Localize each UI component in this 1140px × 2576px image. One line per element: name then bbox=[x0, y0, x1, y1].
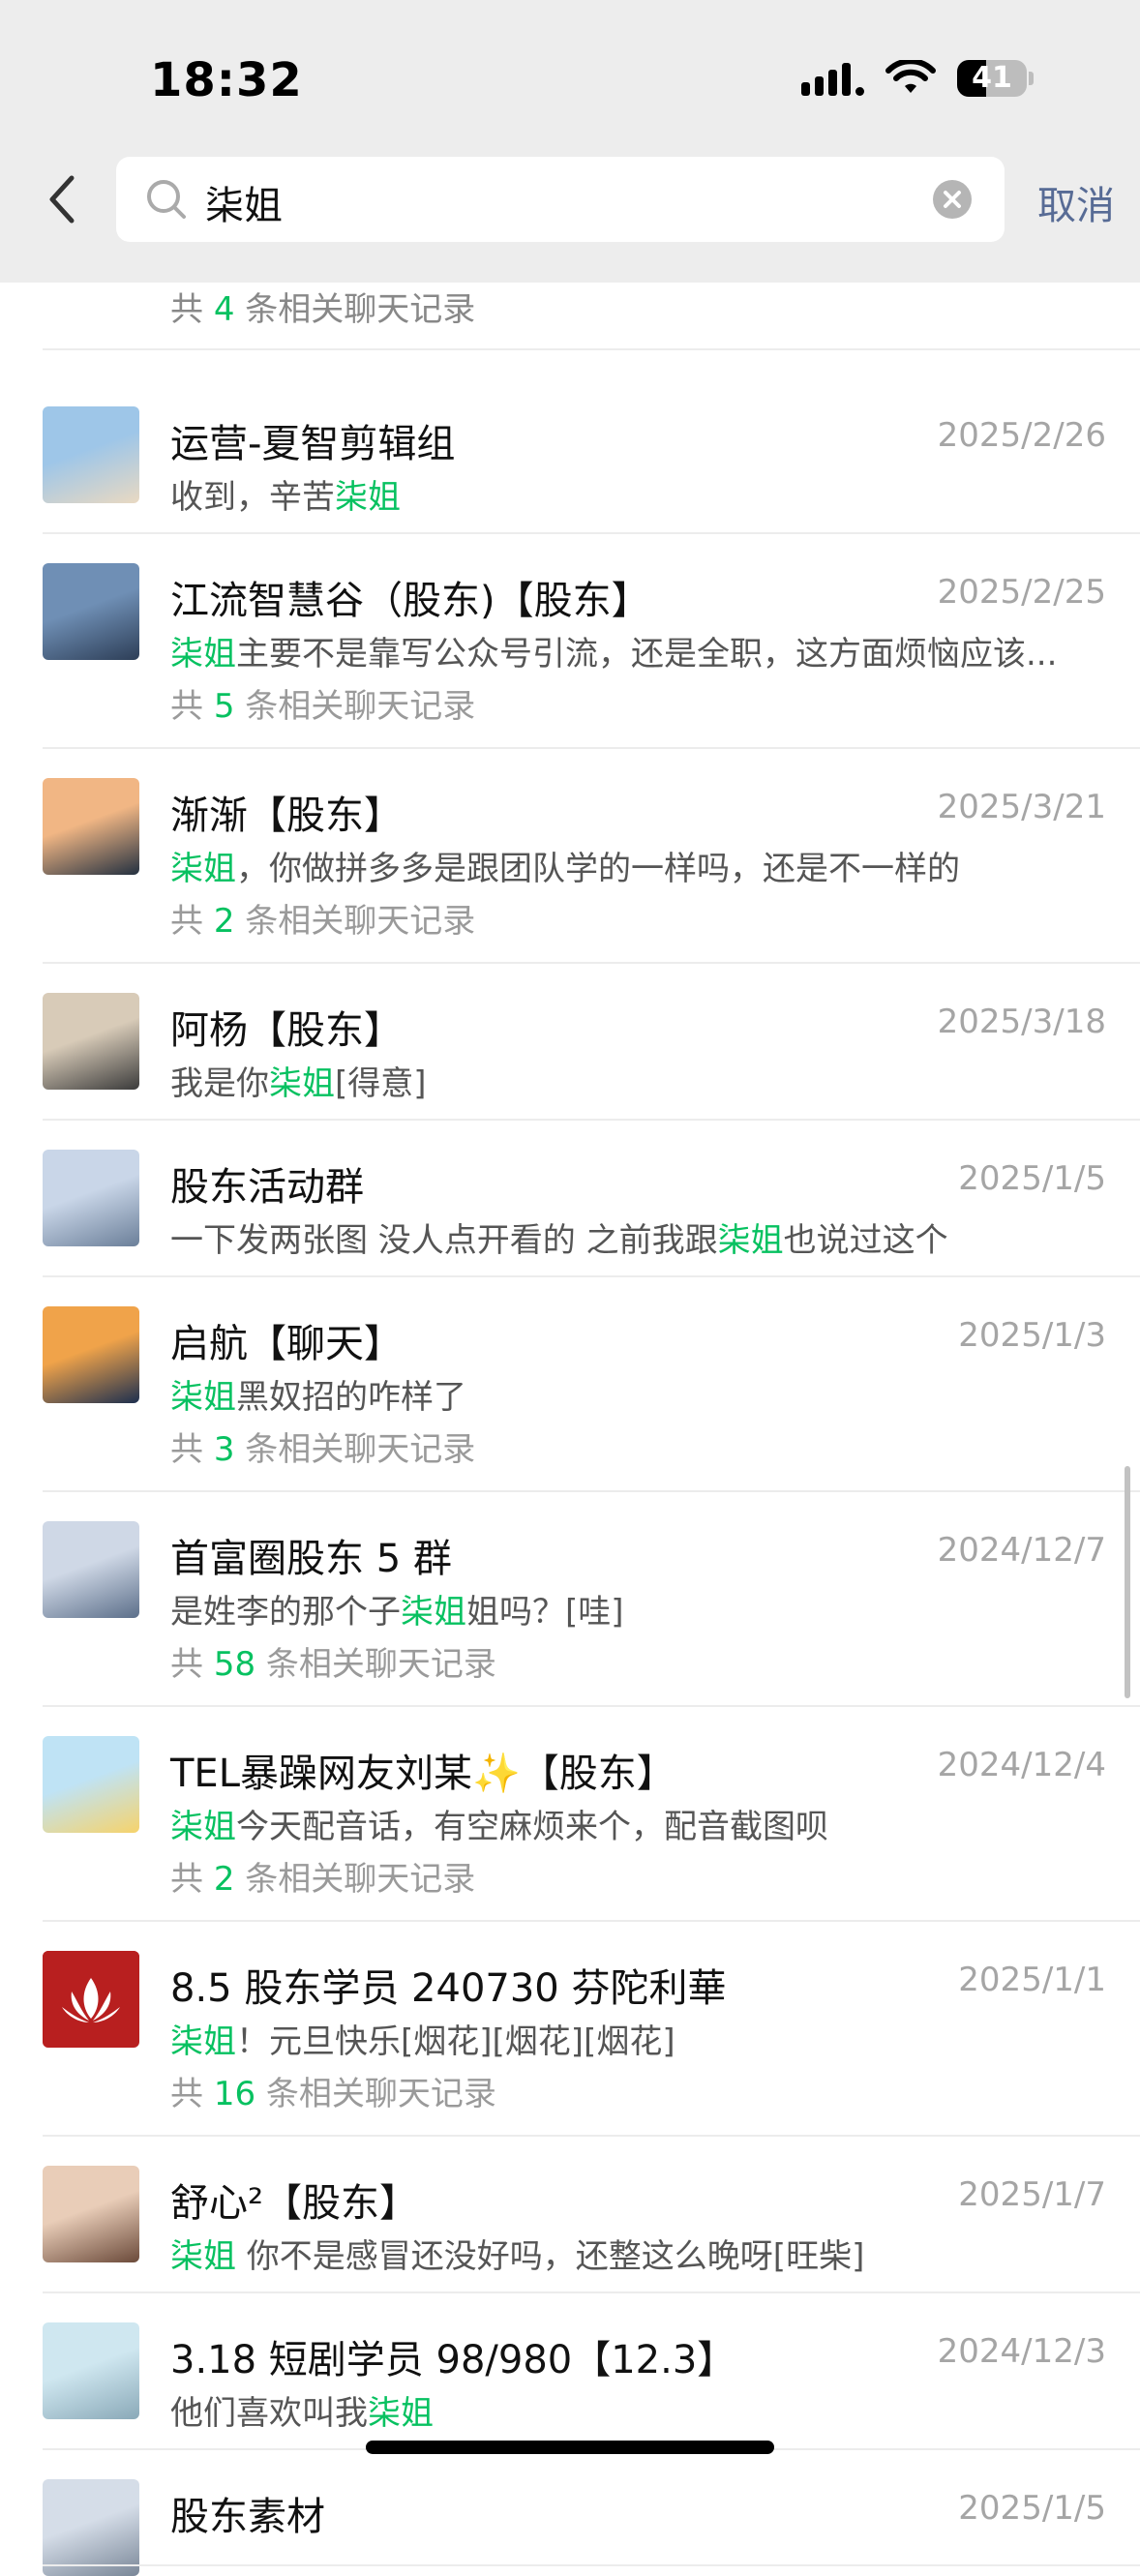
keyword-highlight: 柒姐 bbox=[335, 478, 401, 517]
result-title: 股东素材 bbox=[170, 2495, 325, 2539]
result-date: 2025/1/5 bbox=[958, 2489, 1106, 2528]
result-snippet: 柒姐，你做拼多多是跟团队学的一样吗，还是不一样的 bbox=[170, 850, 960, 888]
avatar bbox=[43, 993, 139, 1090]
result-date: 2024/12/7 bbox=[937, 1531, 1106, 1570]
keyword-highlight: 柒姐 bbox=[170, 2022, 236, 2061]
home-indicator[interactable] bbox=[366, 2441, 774, 2454]
avatar bbox=[43, 1736, 139, 1833]
result-date: 2025/1/3 bbox=[958, 1316, 1106, 1355]
result-item[interactable]: 启航【聊天】 2025/1/3 柒姐黑奴招的咋样了共 3 条相关聊天记录 bbox=[0, 1277, 1140, 1492]
keyword-highlight: 柒姐 bbox=[368, 2394, 434, 2433]
result-snippet: 我是你柒姐[得意] bbox=[170, 1064, 427, 1103]
avatar bbox=[43, 406, 139, 503]
avatar bbox=[43, 2322, 139, 2419]
result-title: 渐渐【股东】 bbox=[170, 794, 403, 838]
result-item[interactable]: 阿杨【股东】 2025/3/18 我是你柒姐[得意] bbox=[0, 964, 1140, 1121]
result-item[interactable]: 股东活动群 2025/1/5 一下发两张图 没人点开看的 之前我跟柒姐也说过这个 bbox=[0, 1121, 1140, 1277]
result-title: 首富圈股东 5 群 bbox=[170, 1537, 452, 1581]
result-title: 启航【聊天】 bbox=[170, 1322, 403, 1366]
related-count: 共 16 条相关聊天记录 bbox=[170, 2075, 496, 2113]
keyword-highlight: 柒姐 bbox=[269, 1064, 335, 1103]
result-title: 8.5 股东学员 240730 芬陀利華 bbox=[170, 1966, 727, 2011]
divider bbox=[43, 2564, 1140, 2566]
clear-icon[interactable] bbox=[933, 180, 972, 219]
result-item[interactable]: 股东素材 2025/1/5 bbox=[0, 2450, 1140, 2576]
battery-icon: 41 bbox=[957, 60, 1027, 97]
related-count: 共 2 条相关聊天记录 bbox=[170, 1860, 476, 1899]
related-count: 共 3 条相关聊天记录 bbox=[170, 1430, 476, 1469]
status-time: 18:32 bbox=[150, 53, 303, 107]
result-item[interactable]: TEL暴躁网友刘某✨【股东】 2024/12/4 柒姐今天配音话，有空麻烦来个，配音… bbox=[0, 1707, 1140, 1922]
result-date: 2024/12/3 bbox=[937, 2332, 1106, 2371]
status-icons: 41 bbox=[801, 60, 1034, 97]
keyword-highlight: 柒姐 bbox=[170, 635, 236, 674]
search-query: 柒姐 bbox=[205, 184, 283, 228]
result-snippet: 一下发两张图 没人点开看的 之前我跟柒姐也说过这个 bbox=[170, 1221, 948, 1260]
result-item[interactable]: 舒心²【股东】 2025/1/7 柒姐 你不是感冒还没好吗，还整这么晚呀[旺柴] bbox=[0, 2137, 1140, 2293]
result-title: 股东活动群 bbox=[170, 1165, 364, 1210]
divider bbox=[43, 348, 1140, 350]
result-date: 2025/2/26 bbox=[937, 416, 1106, 455]
result-title: 舒心²【股东】 bbox=[170, 2181, 419, 2226]
search-icon bbox=[147, 180, 186, 219]
battery-level: 41 bbox=[972, 61, 1012, 95]
result-snippet: 收到，辛苦柒姐 bbox=[170, 478, 401, 517]
result-date: 2025/1/5 bbox=[958, 1159, 1106, 1198]
result-title: 运营-夏智剪辑组 bbox=[170, 422, 456, 466]
related-count: 共 4 条相关聊天记录 bbox=[170, 290, 476, 329]
avatar bbox=[43, 1521, 139, 1618]
battery-tip bbox=[1029, 72, 1034, 85]
result-item[interactable]: 运营-夏智剪辑组 2025/2/26 收到，辛苦柒姐 bbox=[0, 377, 1140, 534]
result-date: 2025/3/18 bbox=[937, 1003, 1106, 1041]
result-snippet: 他们喜欢叫我柒姐 bbox=[170, 2394, 434, 2433]
related-count: 共 58 条相关聊天记录 bbox=[170, 1645, 496, 1684]
avatar bbox=[43, 1951, 139, 2048]
result-snippet: 柒姐主要不是靠写公众号引流，还是全职，这方面烦恼应该... bbox=[170, 635, 1058, 674]
result-date: 2025/2/25 bbox=[937, 573, 1106, 612]
result-item[interactable]: 渐渐【股东】 2025/3/21 柒姐，你做拼多多是跟团队学的一样吗，还是不一样的共… bbox=[0, 749, 1140, 964]
result-date: 2025/1/7 bbox=[958, 2175, 1106, 2214]
wifi-icon bbox=[885, 60, 936, 93]
cancel-button[interactable]: 取消 bbox=[1037, 174, 1115, 230]
result-item[interactable]: 首富圈股东 5 群 2024/12/7 是姓李的那个子柒姐姐吗？[哇] 共 58 条相… bbox=[0, 1492, 1140, 1707]
result-item[interactable]: 江流智慧谷（股东)【股东】 2025/2/25 柒姐主要不是靠写公众号引流，还是全职… bbox=[0, 534, 1140, 749]
result-title: 江流智慧谷（股东)【股东】 bbox=[170, 579, 650, 623]
keyword-highlight: 柒姐 bbox=[170, 1378, 236, 1417]
related-count: 共 2 条相关聊天记录 bbox=[170, 902, 476, 941]
search-input[interactable]: 柒姐 bbox=[116, 157, 1005, 242]
result-snippet: 柒姐！元旦快乐[烟花][烟花][烟花] bbox=[170, 2022, 675, 2061]
result-title: TEL暴躁网友刘某✨【股东】 bbox=[170, 1752, 675, 1796]
result-item[interactable]: 3.18 短剧学员 98/980【12.3】 2024/12/3 他们喜欢叫我柒姐 bbox=[0, 2293, 1140, 2450]
result-snippet: 柒姐今天配音话，有空麻烦来个，配音截图呗 bbox=[170, 1808, 828, 1846]
top-bar: 18:32 41 柒姐 取消 bbox=[0, 0, 1140, 283]
cellular-signal-icon bbox=[801, 61, 864, 96]
result-date: 2025/3/21 bbox=[937, 788, 1106, 826]
avatar bbox=[43, 563, 139, 660]
back-icon[interactable] bbox=[43, 172, 81, 226]
avatar bbox=[43, 1150, 139, 1246]
keyword-highlight: 柒姐 bbox=[717, 1221, 784, 1260]
result-snippet: 是姓李的那个子柒姐姐吗？[哇] bbox=[170, 1593, 624, 1632]
keyword-highlight: 柒姐 bbox=[170, 2237, 236, 2276]
keyword-highlight: 柒姐 bbox=[401, 1593, 466, 1632]
result-date: 2025/1/1 bbox=[958, 1961, 1106, 1999]
avatar bbox=[43, 1306, 139, 1403]
scrollbar[interactable] bbox=[1125, 1466, 1130, 1698]
avatar bbox=[43, 2166, 139, 2262]
result-snippet: 柒姐黑奴招的咋样了 bbox=[170, 1378, 466, 1417]
result-title: 阿杨【股东】 bbox=[170, 1008, 403, 1053]
result-date: 2024/12/4 bbox=[937, 1746, 1106, 1784]
avatar bbox=[43, 778, 139, 875]
keyword-highlight: 柒姐 bbox=[170, 1808, 236, 1846]
result-title: 3.18 短剧学员 98/980【12.3】 bbox=[170, 2338, 736, 2382]
result-snippet: 柒姐 你不是感冒还没好吗，还整这么晚呀[旺柴] bbox=[170, 2237, 865, 2276]
avatar bbox=[43, 2479, 139, 2576]
keyword-highlight: 柒姐 bbox=[170, 850, 236, 888]
list-item-partial[interactable]: 共 4 条相关聊天记录 bbox=[0, 283, 1140, 350]
result-item[interactable]: 8.5 股东学员 240730 芬陀利華 2025/1/1 柒姐！元旦快乐[烟花][… bbox=[0, 1922, 1140, 2137]
related-count: 共 5 条相关聊天记录 bbox=[170, 687, 476, 726]
